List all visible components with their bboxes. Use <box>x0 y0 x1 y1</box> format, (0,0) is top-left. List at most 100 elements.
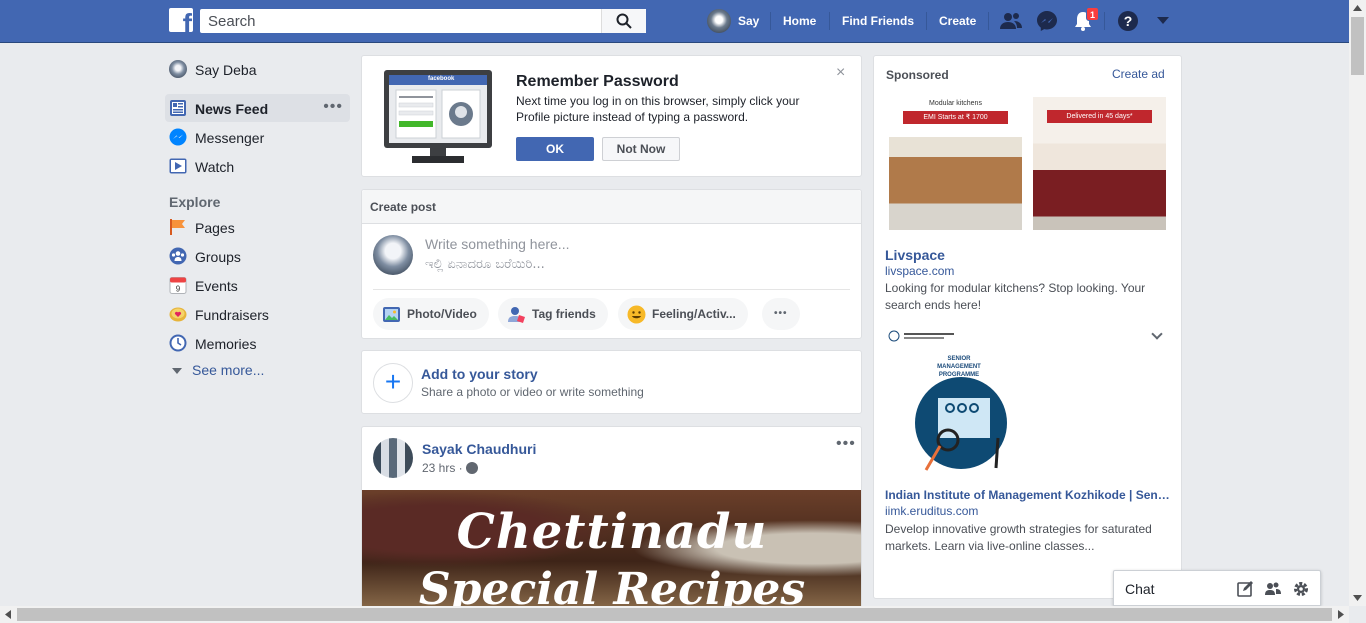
computer-illustration <box>384 70 492 163</box>
find-friends-link[interactable]: Find Friends <box>842 14 914 28</box>
create-ad-link[interactable]: Create ad <box>1112 67 1165 81</box>
svg-text:9: 9 <box>176 285 181 294</box>
horizontal-scrollbar-thumb[interactable] <box>17 608 1332 621</box>
more-options-icon[interactable]: ••• <box>836 435 856 453</box>
sidebar-item-groups[interactable]: Groups <box>165 242 350 270</box>
ad-image-iim[interactable] <box>886 328 1012 478</box>
create-post-header: Create post <box>362 190 861 224</box>
nav-divider <box>829 12 830 30</box>
ok-button[interactable]: OK <box>516 137 594 161</box>
sidebar-item-label: Memories <box>195 336 257 352</box>
close-icon[interactable]: × <box>836 64 845 82</box>
see-more-link[interactable]: See more... <box>172 362 264 378</box>
ad-title[interactable]: Livspace <box>885 247 945 263</box>
divider <box>373 289 850 290</box>
calendar-icon: 9 <box>169 277 187 294</box>
account-menu-dropdown-icon[interactable] <box>1157 17 1169 25</box>
sidebar-item-label: Groups <box>195 249 241 265</box>
add-story-title[interactable]: Add to your story <box>421 366 538 382</box>
settings-gear-icon[interactable] <box>1292 580 1310 598</box>
tag-friends-button[interactable]: Tag friends <box>498 298 608 330</box>
nav-divider <box>926 12 927 30</box>
sidebar-item-pages[interactable]: Pages <box>165 213 350 241</box>
create-post-card: Create post Write something here... ಇಲ್ಲ… <box>361 189 862 339</box>
post-composer-placeholder-local[interactable]: ಇಲ್ಲಿ ಏನಾದರೂ ಬರೆಯಿರಿ... <box>425 257 545 272</box>
chat-bar[interactable]: Chat <box>1113 570 1321 606</box>
scroll-down-arrow-icon[interactable] <box>1353 595 1362 601</box>
remember-password-card: facebook Remember Password Next time you… <box>361 55 862 177</box>
photo-video-button[interactable]: Photo/Video <box>373 298 489 330</box>
sidebar-item-messenger[interactable]: Messenger <box>165 123 350 151</box>
post-author-name[interactable]: Sayak Chaudhuri <box>422 441 536 457</box>
ad-image-kitchen-2[interactable]: Delivered in 45 days* <box>1033 97 1166 230</box>
create-post-title: Create post <box>370 200 437 214</box>
messenger-icon[interactable] <box>1035 9 1059 33</box>
plus-icon[interactable]: + <box>373 363 413 403</box>
illustration-brand-text: facebook <box>428 76 455 82</box>
vertical-scrollbar-thumb[interactable] <box>1351 17 1364 75</box>
new-message-icon[interactable] <box>1236 580 1254 598</box>
see-more-label: See more... <box>192 362 265 378</box>
messenger-icon <box>169 128 187 146</box>
create-group-icon[interactable] <box>1264 580 1282 598</box>
create-link[interactable]: Create <box>939 14 976 28</box>
ad-domain[interactable]: livspace.com <box>885 264 954 278</box>
ad-image-offer: EMI Starts at ₹ 1700 <box>903 111 1008 124</box>
user-name: Say Deba <box>195 62 257 78</box>
chevron-down-icon <box>172 368 182 375</box>
post-image-text-line-1: Chettinadu <box>456 504 768 560</box>
scroll-left-arrow-icon[interactable] <box>5 610 11 619</box>
ad-title[interactable]: Indian Institute of Management Kozhikode… <box>885 488 1172 502</box>
feeling-activity-button[interactable]: Feeling/Activ... <box>618 298 748 330</box>
search-button[interactable] <box>601 9 646 33</box>
sidebar-item-label: Watch <box>195 159 235 175</box>
add-story-card[interactable]: + Add to your story Share a photo or vid… <box>361 350 862 414</box>
post-image[interactable]: Chettinadu Special Recipes <box>362 490 861 615</box>
ad-description: Develop innovative growth strategies for… <box>885 522 1152 553</box>
vertical-scrollbar[interactable] <box>1349 0 1366 606</box>
search-icon <box>616 13 632 29</box>
sidebar-item-events[interactable]: 9 Events <box>165 271 350 299</box>
fundraiser-icon <box>169 307 187 322</box>
profile-link[interactable]: Say <box>738 14 759 28</box>
tag-friends-label: Tag friends <box>532 307 596 321</box>
monitor-illustration: facebook <box>384 70 492 164</box>
sidebar-item-news-feed[interactable]: News Feed ••• <box>165 94 350 122</box>
scroll-right-arrow-icon[interactable] <box>1338 610 1344 619</box>
chevron-down-icon[interactable] <box>1151 328 1163 340</box>
profile-nav-item[interactable]: Say Deba <box>165 55 350 83</box>
nav-divider <box>770 12 771 30</box>
photo-video-label: Photo/Video <box>407 307 477 321</box>
sidebar-item-fundraisers[interactable]: Fundraisers <box>165 300 350 328</box>
profile-avatar[interactable] <box>707 9 731 33</box>
ad-image-kitchen-1[interactable]: Modular kitchens EMI Starts at ₹ 1700 <box>889 97 1022 230</box>
nav-divider <box>1104 12 1105 30</box>
help-icon[interactable]: ? <box>1116 9 1140 33</box>
post-timestamp[interactable]: 23 hrs · <box>422 461 463 475</box>
more-options-icon[interactable]: ••• <box>323 98 343 116</box>
more-options-icon: ••• <box>774 308 788 319</box>
friend-requests-icon[interactable] <box>999 9 1023 33</box>
avatar[interactable] <box>373 235 413 275</box>
not-now-button[interactable]: Not Now <box>602 137 680 161</box>
scroll-up-arrow-icon[interactable] <box>1353 5 1362 11</box>
flag-icon <box>170 219 185 235</box>
facebook-logo[interactable]: f <box>169 8 193 32</box>
tag-friends-icon <box>508 307 525 323</box>
sidebar-item-label: Fundraisers <box>195 307 269 323</box>
search-input[interactable] <box>200 9 646 33</box>
more-actions-button[interactable]: ••• <box>762 298 800 330</box>
sidebar-item-watch[interactable]: Watch <box>165 152 350 180</box>
sidebar-item-memories[interactable]: Memories <box>165 329 350 357</box>
home-link[interactable]: Home <box>783 14 816 28</box>
ad-description: Looking for modular kitchens? Stop looki… <box>885 281 1146 312</box>
ad-image-offer: Delivered in 45 days* <box>1047 110 1152 123</box>
sidebar-item-label: Pages <box>195 220 235 236</box>
ad-domain[interactable]: iimk.eruditus.com <box>885 504 978 518</box>
sidebar-item-label: News Feed <box>195 101 269 117</box>
sponsored-card: Sponsored Create ad Modular kitchens EMI… <box>873 55 1182 599</box>
post-composer-input[interactable]: Write something here... <box>425 236 569 252</box>
author-avatar[interactable] <box>373 438 413 478</box>
watch-icon <box>169 158 187 174</box>
feed-post-card: Sayak Chaudhuri 23 hrs · ••• Chettinadu … <box>361 426 862 616</box>
